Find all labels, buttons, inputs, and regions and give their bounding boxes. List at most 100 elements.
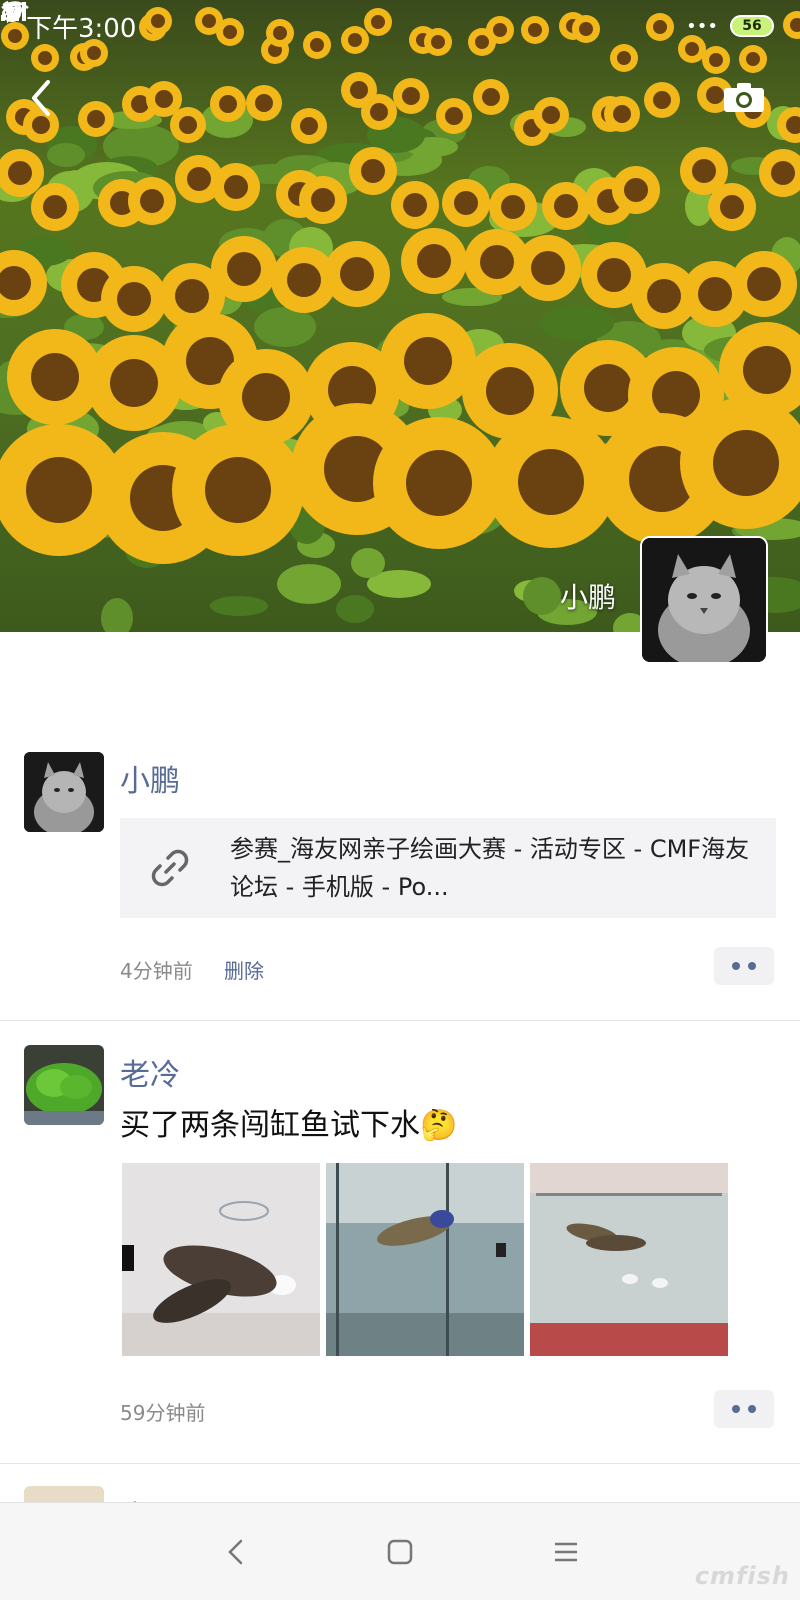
sunflower-center	[692, 159, 716, 183]
sunflower-center	[647, 279, 681, 313]
avatar[interactable]	[24, 1045, 104, 1125]
sunflower-center	[205, 457, 271, 523]
sunflower-center	[531, 251, 565, 285]
sunflower-center	[404, 337, 452, 385]
sunflower-center	[140, 189, 164, 213]
status-icons: ••• 56	[1, 0, 774, 37]
cat-avatar-image	[642, 538, 766, 662]
sunflower-center	[155, 90, 173, 108]
leaf-shape	[540, 305, 614, 341]
post-photo-3[interactable]	[530, 1163, 728, 1356]
nav-back-icon	[228, 1539, 243, 1565]
sunflower-center	[187, 167, 211, 191]
sunflower-center	[287, 263, 321, 297]
post-time: 59分钟前	[120, 1401, 206, 1425]
leaf-shape	[277, 564, 341, 604]
delete-link[interactable]: 删除	[224, 955, 264, 984]
sunflower-center	[445, 107, 463, 125]
sunflower-center	[617, 51, 631, 65]
sunflower-center	[417, 244, 451, 278]
back-button[interactable]	[22, 74, 62, 122]
leaf-shape	[336, 595, 374, 623]
nav-home-button[interactable]	[372, 1525, 428, 1579]
sunflower-center	[350, 81, 368, 99]
sunflower-center	[370, 103, 388, 121]
moment-post: 光明	[0, 1480, 800, 1502]
camera-icon	[724, 83, 764, 112]
sunflower-center	[518, 449, 584, 515]
sunflower-center	[242, 373, 290, 421]
cat-avatar-image	[24, 752, 104, 832]
avatar[interactable]	[24, 752, 104, 832]
more-actions-button[interactable]	[714, 1390, 774, 1428]
status-bar: 下午3:00 ••• 56	[0, 0, 800, 52]
wifi-icon	[1, 1, 29, 21]
nav-menu-button[interactable]	[538, 1525, 594, 1579]
sunflower-center	[743, 346, 791, 394]
sunflower-center	[486, 367, 534, 415]
author-name[interactable]: 光明	[120, 1492, 180, 1502]
leaf-shape	[101, 598, 133, 632]
leaf-shape	[210, 596, 268, 616]
avatar[interactable]	[24, 1486, 104, 1502]
more-dots-icon	[748, 962, 756, 970]
sunflower-center	[624, 178, 648, 202]
sunflower-center	[554, 194, 578, 218]
sunflower-center	[480, 245, 514, 279]
sunflower-center	[713, 430, 779, 496]
sunflower-center	[87, 110, 105, 128]
author-name[interactable]: 小鹏	[120, 756, 180, 800]
sunflower-center	[613, 105, 631, 123]
fish-photo-image	[326, 1163, 524, 1356]
sunflower-center	[501, 195, 525, 219]
sunflower-center	[38, 51, 52, 65]
sunflower-center	[698, 277, 732, 311]
leaf-shape	[254, 307, 316, 347]
link-thumbnail	[120, 818, 220, 918]
sunflower-center	[8, 161, 32, 185]
fish-photo-image	[122, 1163, 320, 1356]
leaf-shape	[523, 577, 561, 615]
link-title: 参赛_海友网亲子绘画大赛 - 活动专区 - CMF海友论坛 - 手机版 - Po…	[230, 835, 750, 901]
sunflower-center	[110, 359, 158, 407]
link-icon	[151, 849, 189, 887]
sunflower-center	[219, 95, 237, 113]
shared-link-card[interactable]: 参赛_海友网亲子绘画大赛 - 活动专区 - CMF海友论坛 - 手机版 - Po…	[120, 818, 776, 918]
sunflower-center	[26, 457, 92, 523]
leaf-shape	[47, 143, 85, 167]
post-text: 买了两条闯缸鱼试下水🤔	[120, 1108, 458, 1143]
sunflower-center	[361, 159, 385, 183]
sunflower-center	[31, 353, 79, 401]
cover-owner-name: 小鹏	[559, 581, 616, 614]
sunflower-center	[340, 257, 374, 291]
sunflower-center	[653, 91, 671, 109]
sunflower-center	[227, 252, 261, 286]
sunflower-center	[652, 371, 700, 419]
sunflower-center	[224, 175, 248, 199]
sunflower-center	[175, 279, 209, 313]
post-photo-2[interactable]	[326, 1163, 524, 1356]
post-photo-1[interactable]	[122, 1163, 320, 1356]
leaf-shape	[351, 548, 385, 578]
fish-photo-image	[530, 1163, 728, 1356]
camera-button[interactable]	[722, 80, 766, 114]
sunflower-center	[300, 117, 318, 135]
author-name[interactable]: 老冷	[120, 1050, 180, 1094]
sunflower-center	[482, 88, 500, 106]
sunflower-center	[403, 193, 427, 217]
sunflower-center	[597, 258, 631, 292]
profile-avatar[interactable]	[640, 536, 768, 664]
sunflower-center	[179, 116, 197, 134]
moss-avatar-image	[24, 1045, 104, 1125]
nav-back-button[interactable]	[208, 1525, 264, 1579]
more-actions-button[interactable]	[714, 947, 774, 985]
sunflower-center	[747, 267, 781, 301]
sunflower-center	[746, 52, 760, 66]
post-divider	[0, 1463, 800, 1464]
sunflower-center	[255, 94, 273, 112]
sunflower-center	[43, 195, 67, 219]
system-nav-bar: cmfish	[0, 1502, 800, 1600]
more-dots-icon	[732, 1405, 740, 1413]
more-dots-icon	[732, 962, 740, 970]
sunflower-center	[720, 195, 744, 219]
